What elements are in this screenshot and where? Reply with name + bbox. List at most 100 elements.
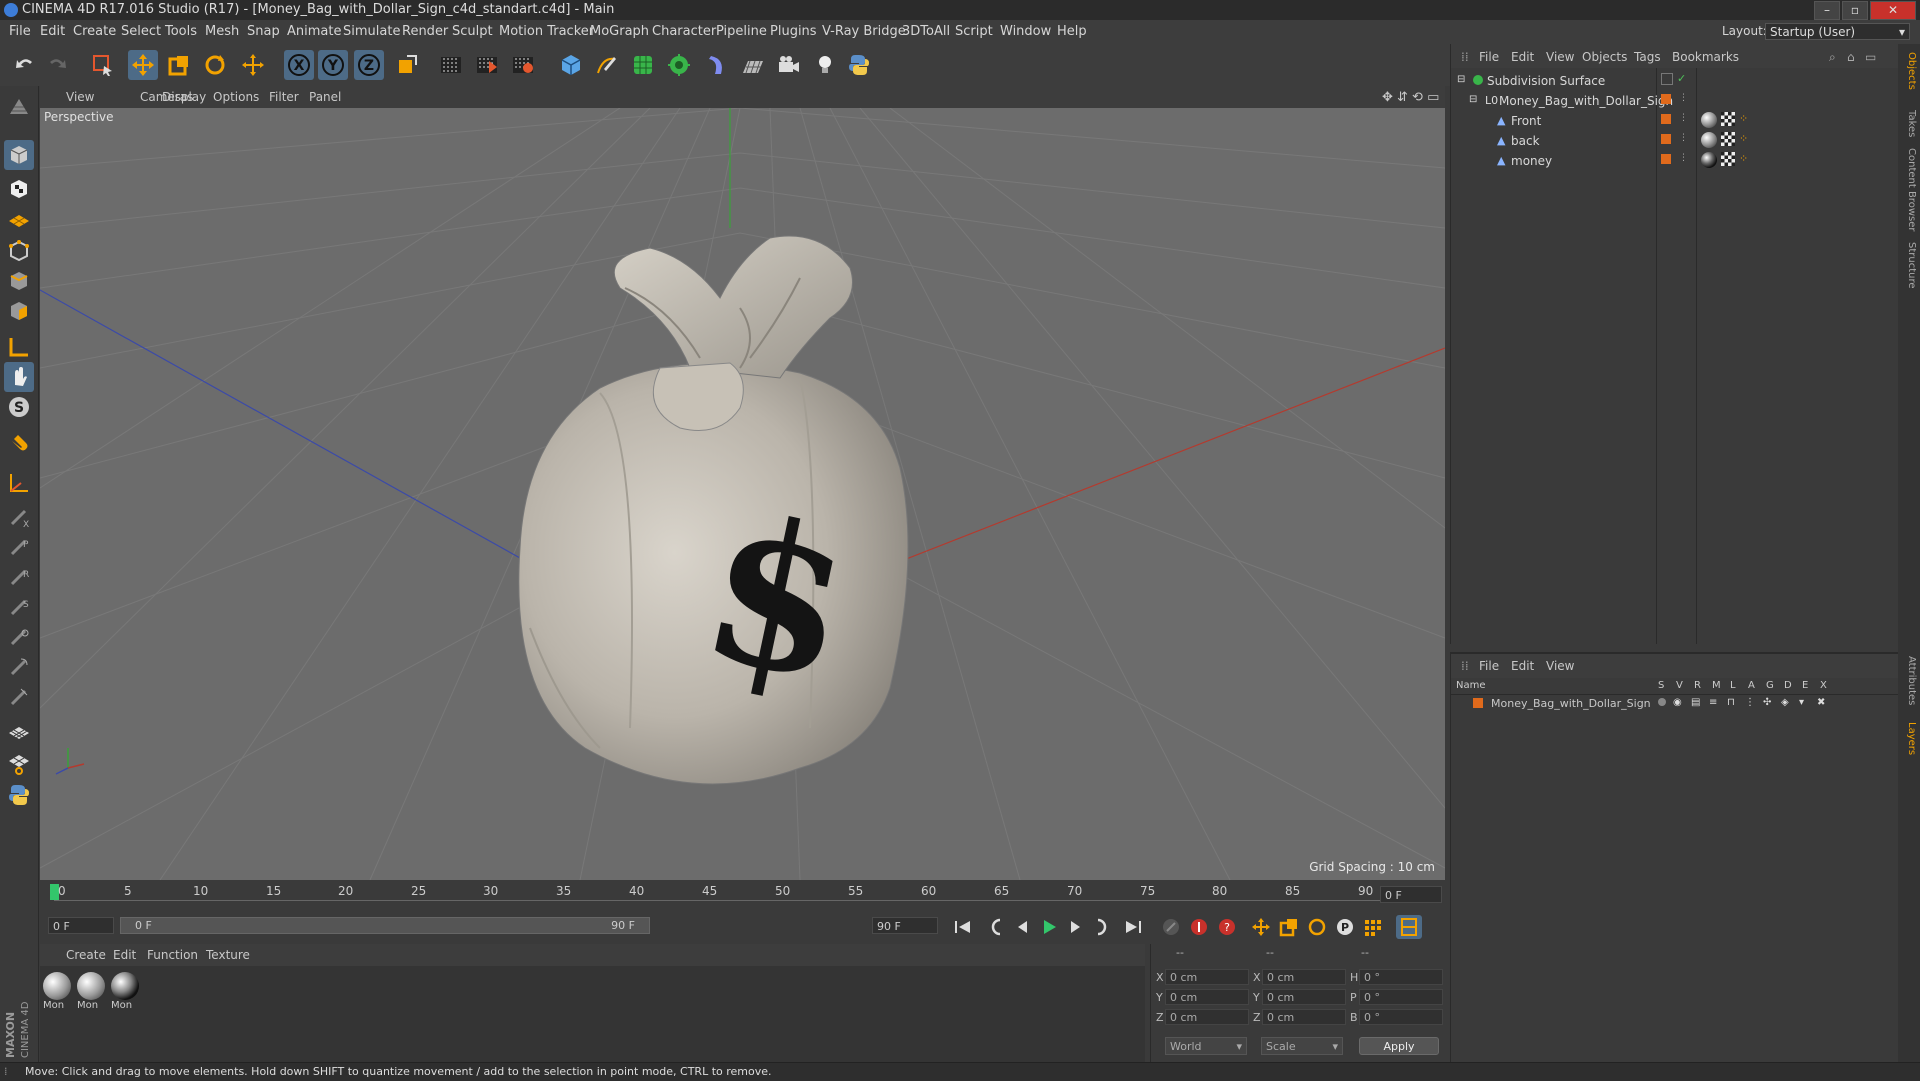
layer-col-solo[interactable]: S [1658, 680, 1664, 691]
paint-checker-icon[interactable] [4, 716, 34, 746]
collapse-icon[interactable]: ⊟ [1469, 94, 1477, 105]
light-icon[interactable] [810, 50, 840, 80]
visibility-dots-icon[interactable]: ⋮ [1679, 113, 1688, 123]
menu-mesh[interactable]: Mesh [205, 24, 239, 39]
menu-animate[interactable]: Animate [287, 24, 341, 39]
uvw-tag-icon[interactable] [1721, 112, 1735, 126]
layer-col-deformers[interactable]: D [1784, 680, 1792, 691]
z-axis-lock[interactable]: Z [354, 50, 384, 80]
world-axis-icon[interactable] [4, 468, 34, 498]
object-row-money[interactable]: ▲ money ⋮ ⁘ [1451, 152, 1899, 172]
tab-structure[interactable]: Structure [1901, 242, 1917, 289]
layer-color-icon[interactable] [1473, 698, 1483, 708]
manager-icon[interactable]: ≡ [1709, 697, 1717, 708]
layer-color-icon[interactable] [1661, 114, 1671, 124]
enabled-check-icon[interactable]: ✓ [1677, 72, 1686, 85]
next-frame-button[interactable] [1062, 915, 1088, 939]
render-settings-icon[interactable] [508, 50, 538, 80]
layer-menu-edit[interactable]: Edit [1511, 659, 1534, 673]
uvw-tag-icon[interactable] [1721, 132, 1735, 146]
frame-range-slider[interactable]: 0 F 90 F [120, 917, 650, 934]
visibility-dots-icon[interactable]: ⋮ [1679, 133, 1688, 143]
magnet-tool-icon[interactable] [4, 430, 34, 460]
layer-col-manager[interactable]: M [1712, 680, 1721, 691]
floor-environment-icon[interactable] [738, 50, 768, 80]
layer-col-generators[interactable]: G [1766, 680, 1774, 691]
menu-plugins[interactable]: Plugins [770, 24, 817, 39]
start-frame-field[interactable]: 0 F [48, 917, 114, 934]
deformer-icon[interactable] [702, 50, 732, 80]
brush-r-icon[interactable]: R [4, 562, 34, 592]
vp-menu-view[interactable]: View [66, 90, 94, 104]
size-x-field[interactable]: 0 cm [1262, 969, 1346, 985]
vp-menu-options[interactable]: Options [213, 90, 259, 104]
material-tag-icon[interactable] [1701, 132, 1717, 148]
layer-col-xref[interactable]: X [1820, 680, 1827, 691]
brush-p-icon[interactable]: P [4, 532, 34, 562]
texture-mode-icon[interactable] [4, 174, 34, 204]
menu-file[interactable]: File [9, 24, 31, 39]
phong-tag-icon[interactable]: ⁘ [1739, 152, 1748, 165]
object-row-subdivision-surface[interactable]: ⊟ Subdivision Surface ✓ [1451, 72, 1899, 92]
lock-icon[interactable]: ⊓ [1727, 697, 1735, 708]
layer-color-icon[interactable] [1661, 154, 1671, 164]
layer-color-icon[interactable] [1661, 94, 1671, 104]
layer-col-render[interactable]: R [1694, 680, 1701, 691]
key-pla-icon[interactable] [1360, 915, 1386, 939]
perspective-viewport[interactable]: $ Perspective Grid Spacing : 10 cm [40, 108, 1445, 880]
mat-menu-texture[interactable]: Texture [206, 948, 250, 962]
timeline-layout-icon[interactable] [1396, 915, 1422, 939]
tab-layers[interactable]: Layers [1901, 722, 1917, 755]
menu-render[interactable]: Render [402, 24, 448, 39]
position-z-field[interactable]: 0 cm [1165, 1009, 1249, 1025]
menu-tools[interactable]: Tools [165, 24, 197, 39]
collapse-icon[interactable]: ⊟ [1457, 74, 1465, 85]
menu-sculpt[interactable]: Sculpt [452, 24, 493, 39]
autokeying-icon[interactable]: ? [1214, 915, 1240, 939]
object-row-money-bag[interactable]: ⊟ L0 Money_Bag_with_Dollar_Sign ⋮ [1451, 92, 1899, 112]
pen-spline-icon[interactable] [592, 50, 622, 80]
mat-menu-create[interactable]: Create [66, 948, 106, 962]
close-button[interactable]: ✕ [1870, 1, 1916, 20]
play-button[interactable] [1036, 915, 1062, 939]
undo-button[interactable] [10, 50, 40, 80]
obj-menu-file[interactable]: File [1479, 50, 1499, 64]
coordinate-system-icon[interactable] [392, 50, 422, 80]
visibility-dots-icon[interactable]: ⋮ [1679, 153, 1688, 163]
menu-create[interactable]: Create [73, 24, 116, 39]
menu-character[interactable]: Character [652, 24, 716, 39]
record-active-objects-icon[interactable] [1186, 915, 1212, 939]
camera-icon[interactable] [774, 50, 804, 80]
vp-menu-display[interactable]: Display [162, 90, 206, 104]
animation-icon[interactable]: ⋮ [1745, 697, 1755, 708]
brush-o-icon[interactable] [4, 622, 34, 652]
rotate-tool[interactable] [200, 50, 230, 80]
render-view-icon[interactable] [436, 50, 466, 80]
uvw-tag-icon[interactable] [1721, 152, 1735, 166]
maximize-button[interactable]: ▫ [1842, 1, 1868, 20]
y-axis-lock[interactable]: Y [318, 50, 348, 80]
cube-primitive-icon[interactable] [556, 50, 586, 80]
layer-col-locked[interactable]: L [1730, 680, 1736, 691]
menu-edit[interactable]: Edit [40, 24, 65, 39]
material-swatch[interactable]: Mon [111, 972, 141, 1012]
python-icon[interactable] [844, 50, 874, 80]
goto-start-button[interactable] [950, 915, 976, 939]
vp-menu-filter[interactable]: Filter [269, 90, 299, 104]
menu-simulate[interactable]: Simulate [343, 24, 400, 39]
rotation-h-field[interactable]: 0 ° [1359, 969, 1443, 985]
material-tag-icon[interactable] [1701, 112, 1717, 128]
key-scale-icon[interactable] [1276, 915, 1302, 939]
key-parameter-icon[interactable]: P [1332, 915, 1358, 939]
brush-s-icon[interactable]: S [4, 592, 34, 622]
menu-script[interactable]: Script [955, 24, 993, 39]
layer-menu-view[interactable]: View [1546, 659, 1574, 673]
brush-pinch-icon[interactable] [4, 682, 34, 712]
size-y-field[interactable]: 0 cm [1262, 989, 1346, 1005]
transform-tool[interactable] [238, 50, 268, 80]
points-mode-icon[interactable] [4, 236, 34, 266]
position-y-field[interactable]: 0 cm [1165, 989, 1249, 1005]
brush-x-icon[interactable]: X [4, 502, 34, 532]
x-axis-lock[interactable]: X [284, 50, 314, 80]
apply-button[interactable]: Apply [1359, 1037, 1439, 1055]
